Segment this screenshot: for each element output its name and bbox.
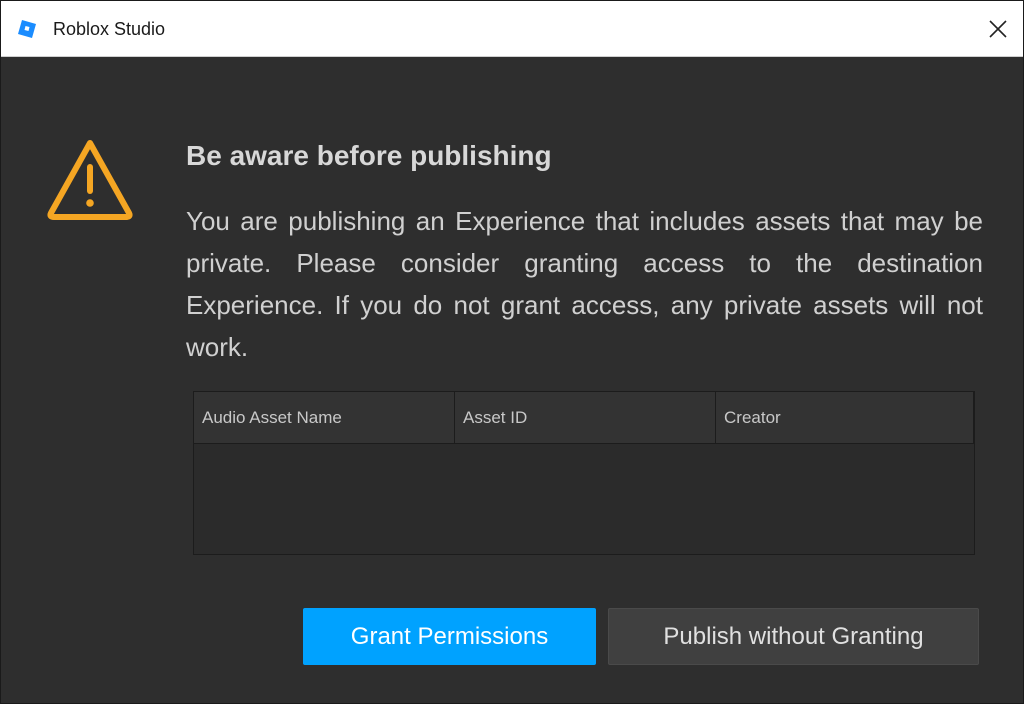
close-button[interactable] [973, 1, 1023, 56]
column-header-asset-id[interactable]: Asset ID [455, 392, 716, 443]
dialog-heading: Be aware before publishing [186, 140, 552, 171]
dialog-window: Roblox Studio Be aware before publishing… [0, 0, 1024, 704]
dialog-message: You are publishing an Experience that in… [186, 206, 983, 362]
column-header-creator[interactable]: Creator [716, 392, 974, 443]
table-header: Audio Asset Name Asset ID Creator [194, 392, 974, 444]
window-title: Roblox Studio [53, 19, 166, 39]
grant-permissions-button[interactable]: Grant Permissions [303, 608, 596, 665]
title-bar: Roblox Studio [1, 1, 1023, 57]
asset-table: Audio Asset Name Asset ID Creator [193, 391, 975, 555]
close-icon [989, 19, 1007, 38]
warning-icon [47, 140, 133, 220]
roblox-studio-logo-icon [18, 20, 36, 38]
column-header-audio-asset-name[interactable]: Audio Asset Name [194, 392, 455, 443]
publish-without-granting-button[interactable]: Publish without Granting [608, 608, 979, 665]
table-body [194, 444, 974, 554]
